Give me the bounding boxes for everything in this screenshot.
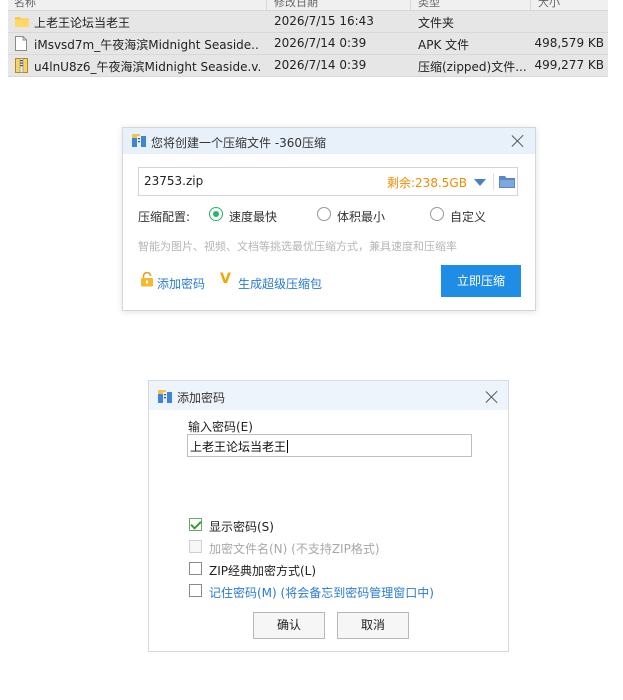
file-list-header: 名称 修改日期 类型 大小 <box>8 0 608 11</box>
zip-classic-encryption-label[interactable]: ZIP经典加密方式(L) <box>209 562 316 579</box>
remaining-space: 剩余:238.5GB <box>387 176 467 190</box>
column-header-size[interactable]: 大小 <box>538 0 560 10</box>
password-dialog-titlebar[interactable]: 添加密码 <box>149 381 508 410</box>
column-header-name[interactable]: 名称 <box>14 0 36 10</box>
file-type: 压缩(zipped)文件... <box>418 60 527 74</box>
remember-password-checkbox[interactable] <box>189 584 202 597</box>
radio-custom-label[interactable]: 自定义 <box>450 208 486 225</box>
column-header-type[interactable]: 类型 <box>418 0 440 10</box>
filename-field[interactable]: 23753.zip 剩余:238.5GB <box>138 167 518 196</box>
file-date: 2026/7/14 0:39 <box>274 36 367 50</box>
add-password-dialog: 添加密码 输入密码(E) 上老王论坛当老王 显示密码(S) 加密文件名(N) (… <box>148 380 509 652</box>
compress-dialog-title: 您将创建一个压缩文件 -360压缩 <box>151 136 327 150</box>
column-divider[interactable] <box>410 0 411 10</box>
compress-dialog: 您将创建一个压缩文件 -360压缩 23753.zip 剩余:238.5GB 压… <box>122 127 536 311</box>
column-divider[interactable] <box>530 0 531 10</box>
file-date: 2026/7/15 16:43 <box>274 14 374 28</box>
password-dialog-title: 添加密码 <box>177 391 226 405</box>
file-type: APK 文件 <box>418 38 470 52</box>
password-input[interactable]: 上老王论坛当老王 <box>187 434 472 457</box>
radio-smallest-label[interactable]: 体积最小 <box>337 208 385 225</box>
file-row[interactable]: u4lnU8z6_午夜海滨Midnight Seaside.v... 2026/… <box>8 55 608 77</box>
browse-folder-icon[interactable] <box>499 175 515 191</box>
radio-smallest[interactable] <box>317 207 331 221</box>
app-360-icon <box>157 389 173 408</box>
file-icon <box>15 36 28 51</box>
compress-dialog-titlebar[interactable]: 您将创建一个压缩文件 -360压缩 <box>123 128 535 154</box>
password-input-label: 输入密码(E) <box>188 420 253 434</box>
encrypt-filename-checkbox <box>189 540 202 553</box>
compress-hint: 智能为图片、视频、文档等挑选最优压缩方式，兼具速度和压缩率 <box>138 240 457 253</box>
compress-now-button[interactable]: 立即压缩 <box>441 265 521 297</box>
radio-fastest[interactable] <box>209 207 223 221</box>
vip-v-icon: V <box>220 271 231 287</box>
file-date: 2026/7/14 0:39 <box>274 58 367 72</box>
filename-value[interactable]: 23753.zip <box>144 174 203 188</box>
file-size: 499,277 KB <box>534 58 604 72</box>
show-password-label[interactable]: 显示密码(S) <box>209 518 274 535</box>
add-password-link[interactable]: 添加密码 <box>157 275 205 292</box>
column-header-date[interactable]: 修改日期 <box>274 0 318 10</box>
close-icon[interactable] <box>510 133 526 149</box>
compress-config-label: 压缩配置: <box>138 210 191 224</box>
confirm-button[interactable]: 确认 <box>253 612 325 639</box>
file-row[interactable]: iMsvsd7m_午夜海滨Midnight Seaside.... 2026/7… <box>8 33 608 55</box>
lock-icon[interactable] <box>140 271 154 290</box>
radio-fastest-label[interactable]: 速度最快 <box>229 208 277 225</box>
zip-file-icon <box>15 58 28 73</box>
zip-classic-encryption-checkbox[interactable] <box>189 562 202 575</box>
column-divider[interactable] <box>266 0 267 10</box>
app-360-icon <box>131 133 147 152</box>
file-name: u4lnU8z6_午夜海滨Midnight Seaside.v... <box>34 60 260 74</box>
show-password-checkbox[interactable] <box>189 518 202 531</box>
super-package-link[interactable]: 生成超级压缩包 <box>238 275 322 292</box>
text-caret <box>287 440 289 453</box>
file-type: 文件夹 <box>418 16 455 30</box>
file-row[interactable]: 上老王论坛当老王 2026/7/15 16:43 文件夹 <box>8 11 608 33</box>
divider <box>493 173 494 190</box>
file-name: 上老王论坛当老王 <box>34 16 131 30</box>
close-icon[interactable] <box>484 389 500 405</box>
file-name: iMsvsd7m_午夜海滨Midnight Seaside.... <box>34 38 260 52</box>
password-value[interactable]: 上老王论坛当老王 <box>190 440 286 454</box>
radio-custom[interactable] <box>430 207 444 221</box>
folder-icon <box>15 14 29 29</box>
encrypt-filename-label: 加密文件名(N) (不支持ZIP格式) <box>209 542 380 556</box>
remember-password-label[interactable]: 记住密码(M) (将会备忘到密码管理窗口中) <box>209 584 434 601</box>
file-size: 498,579 KB <box>534 36 604 50</box>
cancel-button[interactable]: 取消 <box>337 612 409 639</box>
dropdown-arrow-icon[interactable] <box>474 179 486 186</box>
file-list: 名称 修改日期 类型 大小 上老王论坛当老王 2026/7/15 16:43 文… <box>8 0 608 77</box>
